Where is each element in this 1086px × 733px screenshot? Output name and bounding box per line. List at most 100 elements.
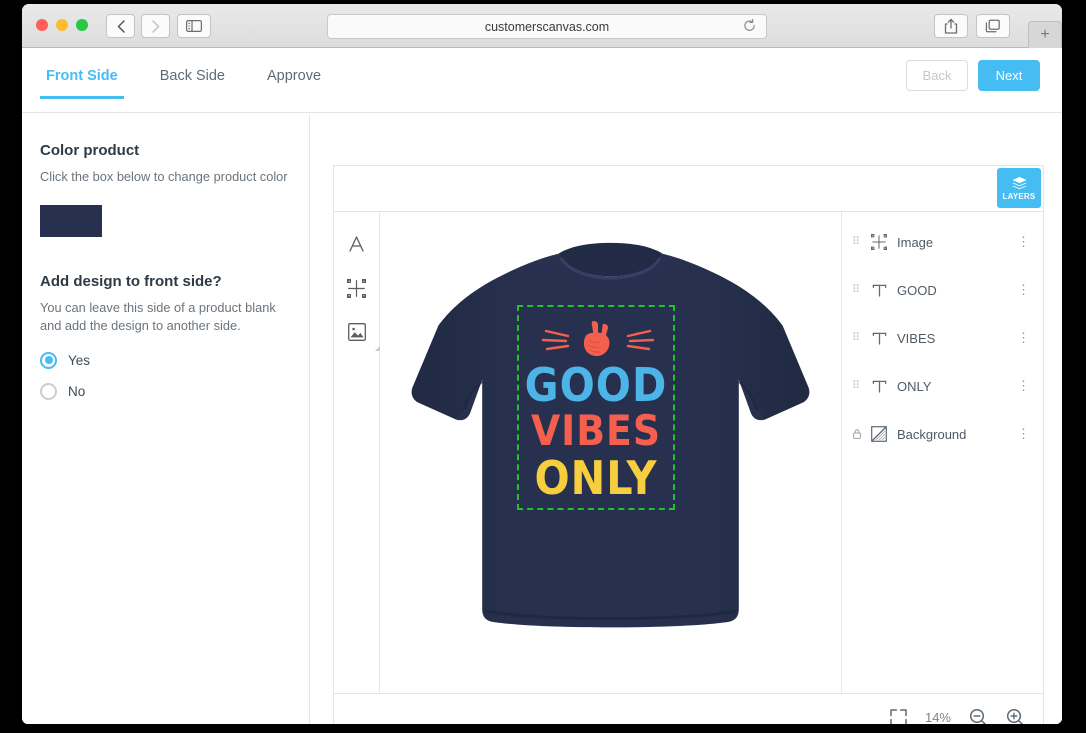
url-text: customerscanvas.com	[484, 19, 610, 34]
zoom-controls: 14%	[890, 708, 1025, 724]
browser-window: customerscanvas.com + Front Side Back Si…	[22, 4, 1062, 724]
back-button[interactable]: Back	[906, 60, 968, 91]
layer-row-vibes[interactable]: ⠿ VIBES ⋮	[842, 314, 1043, 362]
next-button[interactable]: Next	[978, 60, 1040, 91]
step-tabs: Front Side Back Side Approve	[40, 68, 327, 99]
design-editor: LAYERS GOOD VIBES ONLY ⠿ Image ⋮ ⠿ GOOD …	[333, 165, 1044, 724]
layers-panel: ⠿ Image ⋮ ⠿ GOOD ⋮ ⠿ VIBES ⋮ ⠿ ONLY ⋮ Ba…	[841, 212, 1043, 693]
text-t-icon	[869, 331, 889, 346]
peace-hand-icon	[541, 321, 655, 357]
layers-panel-button[interactable]: LAYERS	[997, 168, 1041, 208]
app-topbar: Front Side Back Side Approve Back Next	[22, 48, 1062, 113]
minimize-window-button[interactable]	[56, 19, 68, 31]
radio-yes-indicator[interactable]	[40, 351, 57, 369]
drag-handle-icon[interactable]: ⠿	[852, 380, 861, 391]
bounding-box-icon	[347, 278, 366, 298]
back-navigation-button[interactable]	[106, 14, 135, 38]
design-line-vibes: VIBES	[530, 406, 662, 455]
tab-overview-icon	[985, 19, 1000, 32]
layer-menu-button[interactable]: ⋮	[1012, 379, 1035, 392]
layer-menu-button[interactable]: ⋮	[1012, 331, 1035, 344]
fit-to-screen-button[interactable]	[890, 709, 907, 724]
zoom-in-button[interactable]	[1006, 708, 1025, 724]
text-t-icon	[869, 379, 889, 394]
layer-name: Background	[897, 426, 967, 442]
editor-body: GOOD VIBES ONLY ⠿ Image ⋮ ⠿ GOOD ⋮ ⠿ VIB…	[333, 211, 1044, 694]
tab-approve[interactable]: Approve	[261, 68, 327, 99]
picture-icon	[347, 323, 366, 341]
tab-overview-button[interactable]	[976, 14, 1010, 38]
letter-a-icon	[349, 236, 364, 252]
radio-option-no[interactable]: No	[40, 382, 291, 400]
text-t-icon	[869, 283, 889, 298]
drag-handle-icon[interactable]: ⠿	[852, 284, 861, 295]
design-line-only: ONLY	[534, 451, 658, 505]
layer-row-image[interactable]: ⠿ Image ⋮	[842, 218, 1043, 266]
zoom-out-icon	[969, 708, 987, 724]
add-design-section: Add design to front side? You can leave …	[40, 273, 291, 400]
layers-stack-icon	[1012, 176, 1026, 189]
navigation-buttons	[106, 14, 170, 38]
layer-row-only[interactable]: ⠿ ONLY ⋮	[842, 362, 1043, 410]
zoom-out-button[interactable]	[969, 708, 988, 724]
tab-back-side[interactable]: Back Side	[154, 68, 231, 99]
layer-name: GOOD	[897, 282, 937, 298]
layers-button-label: LAYERS	[1002, 191, 1036, 201]
add-design-options: Yes No	[40, 351, 291, 400]
forward-navigation-button[interactable]	[141, 14, 170, 38]
drag-handle-icon[interactable]: ⠿	[852, 332, 861, 343]
color-product-title: Color product	[40, 142, 140, 159]
new-tab-button[interactable]: +	[1028, 21, 1062, 48]
editor-header: LAYERS	[333, 165, 1044, 211]
layer-menu-button[interactable]: ⋮	[1012, 235, 1035, 248]
editor-toolbar	[334, 212, 383, 693]
transparent-image-icon	[869, 426, 889, 442]
address-bar[interactable]: customerscanvas.com	[327, 14, 767, 39]
window-controls	[36, 19, 88, 31]
radio-no-label: No	[68, 383, 86, 399]
layer-name: Image	[897, 234, 934, 250]
text-tool-button[interactable]	[334, 222, 379, 266]
app-content: Front Side Back Side Approve Back Next C…	[22, 48, 1062, 724]
layer-row-good[interactable]: ⠿ GOOD ⋮	[842, 266, 1043, 314]
bounding-box-icon	[869, 234, 889, 250]
design-selection-box[interactable]: GOOD VIBES ONLY	[517, 305, 675, 510]
reload-button[interactable]	[743, 18, 756, 35]
tshirt-preview: GOOD VIBES ONLY	[380, 212, 841, 693]
close-window-button[interactable]	[36, 19, 48, 31]
chrome-right-buttons	[934, 14, 1010, 38]
transform-tool-button[interactable]	[334, 266, 379, 310]
design-line-good: GOOD	[524, 358, 668, 412]
share-icon	[944, 18, 958, 34]
radio-no-indicator[interactable]	[40, 382, 57, 400]
image-tool-button[interactable]	[334, 310, 379, 354]
layer-menu-button[interactable]: ⋮	[1012, 283, 1035, 296]
color-product-description: Click the box below to change product co…	[40, 169, 288, 184]
wizard-actions: Back Next	[906, 60, 1040, 91]
chevron-left-icon	[117, 19, 125, 33]
reload-icon	[744, 18, 755, 31]
layer-menu-button[interactable]: ⋮	[1012, 427, 1035, 440]
browser-chrome: customerscanvas.com +	[22, 4, 1062, 48]
zoom-level-text: 14%	[924, 710, 951, 724]
maximize-window-button[interactable]	[76, 19, 88, 31]
lock-icon	[852, 429, 861, 439]
fit-to-screen-icon	[890, 709, 907, 724]
sidebar-toggle-button[interactable]	[177, 14, 211, 38]
options-sidebar: Color product Click the box below to cha…	[22, 114, 310, 724]
product-color-swatch[interactable]	[40, 204, 102, 237]
layer-row-background[interactable]: Background ⋮	[842, 410, 1043, 458]
layer-name: VIBES	[897, 330, 936, 346]
tab-front-side[interactable]: Front Side	[40, 68, 124, 99]
product-canvas[interactable]: GOOD VIBES ONLY	[380, 212, 841, 693]
sidebar-toggle-icon	[186, 20, 202, 32]
add-design-title: Add design to front side?	[40, 272, 222, 290]
editor-footer: 14%	[333, 694, 1044, 724]
share-button[interactable]	[934, 14, 968, 38]
radio-option-yes[interactable]: Yes	[40, 351, 291, 369]
layer-name: ONLY	[897, 378, 932, 394]
zoom-in-icon	[1006, 708, 1024, 724]
chevron-right-icon	[151, 19, 159, 33]
add-design-description: You can leave this side of a product bla…	[40, 299, 276, 334]
drag-handle-icon[interactable]: ⠿	[852, 236, 861, 247]
